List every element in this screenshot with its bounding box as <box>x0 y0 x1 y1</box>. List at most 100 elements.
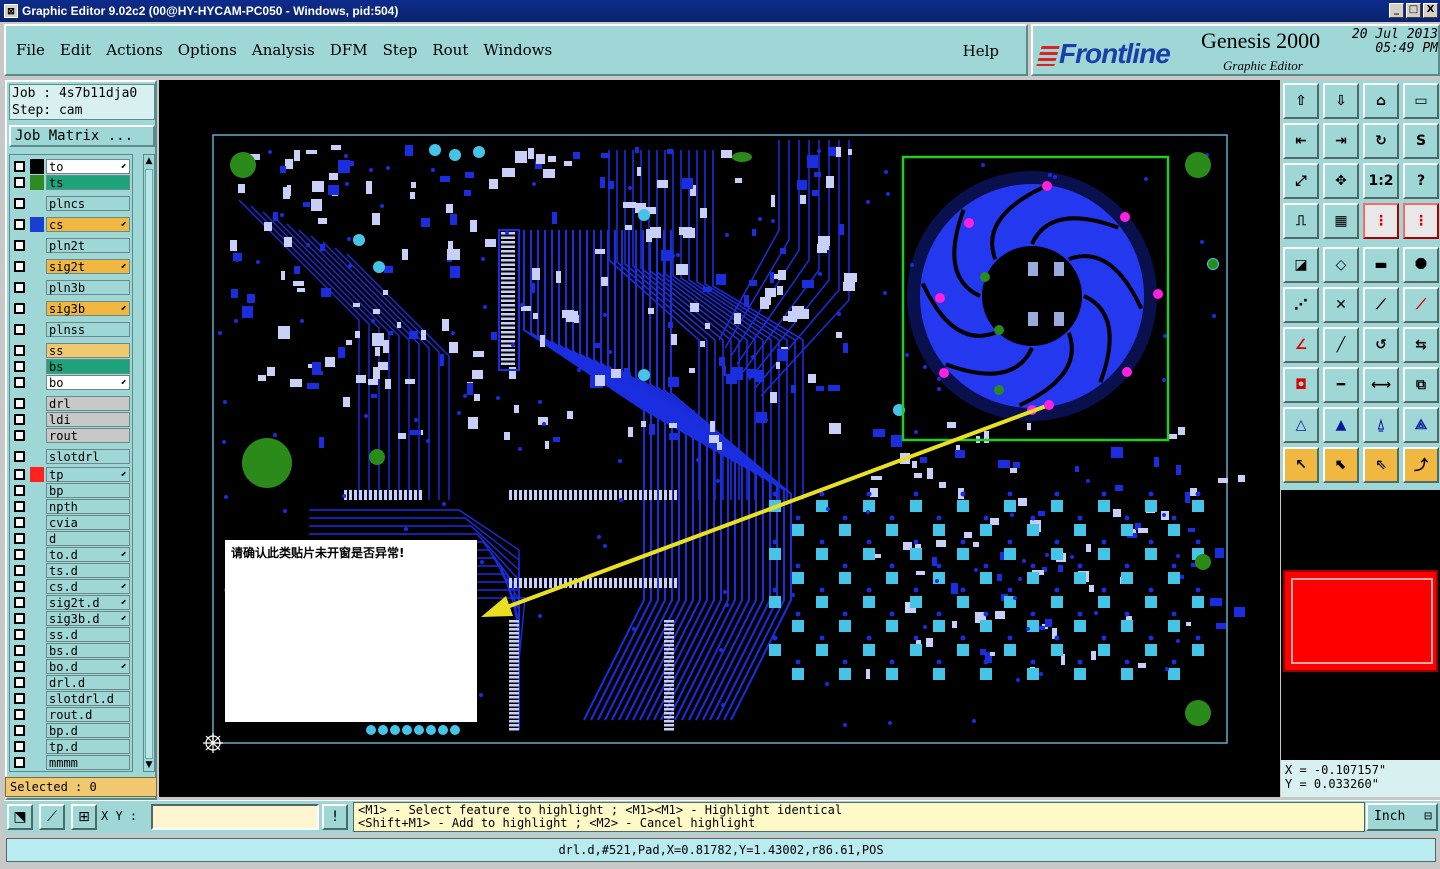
layer-checkbox[interactable] <box>14 709 25 720</box>
pointer-button[interactable]: ↖ <box>1283 447 1319 483</box>
layer-color-swatch[interactable] <box>30 343 44 358</box>
slash-button[interactable]: ╱ <box>1323 327 1359 363</box>
layer-row-bo[interactable]: bo ⬋ <box>10 375 132 390</box>
layer-name[interactable]: ss <box>46 343 130 358</box>
layer-checkbox[interactable] <box>14 282 25 293</box>
layer-color-swatch[interactable] <box>30 627 44 642</box>
menu-options[interactable]: Options <box>178 41 237 59</box>
layer-color-swatch[interactable] <box>30 675 44 690</box>
layer-color-swatch[interactable] <box>30 196 44 211</box>
layer-color-swatch[interactable] <box>30 217 44 232</box>
layer-checkbox[interactable] <box>14 219 25 230</box>
layer-name[interactable]: pln2t <box>46 238 130 253</box>
layer-name[interactable]: bp.d <box>46 723 130 738</box>
scale-1-2-button[interactable]: 1:2 <box>1363 163 1399 199</box>
rotate-button[interactable]: ↻ <box>1363 123 1399 159</box>
menu-actions[interactable]: Actions <box>106 41 162 59</box>
layer-name[interactable]: plncs <box>46 196 130 211</box>
layer-name[interactable]: sig3b.d ⬋ <box>46 611 130 626</box>
maximize-button[interactable]: □ <box>1406 3 1421 18</box>
menu-rout[interactable]: Rout <box>432 41 468 59</box>
triangle-up-button[interactable]: ⍙ <box>1363 407 1399 443</box>
grid-button[interactable]: ▦ <box>1323 203 1359 239</box>
layer-name[interactable]: bo ⬋ <box>46 375 130 390</box>
layer-row-bs[interactable]: bs <box>10 359 132 374</box>
layer-name[interactable]: npth <box>46 499 130 514</box>
layer-checkbox[interactable] <box>14 451 25 462</box>
graphics-canvas[interactable]: 请确认此类贴片未开窗是否异常! <box>159 80 1280 797</box>
layer-row-cs[interactable]: cs ⬋ <box>10 217 132 232</box>
layer-checkbox[interactable] <box>14 345 25 356</box>
layer-checkbox[interactable] <box>14 725 25 736</box>
flip-button[interactable]: ⇆ <box>1403 327 1439 363</box>
layer-color-swatch[interactable] <box>30 238 44 253</box>
layer-checkbox[interactable] <box>14 398 25 409</box>
menu-file[interactable]: File <box>16 41 45 59</box>
layer-row-ts[interactable]: ts <box>10 175 132 190</box>
layer-color-swatch[interactable] <box>30 428 44 443</box>
layer-name[interactable]: slotdrl <box>46 449 130 464</box>
layer-row-npth[interactable]: npth <box>10 499 132 514</box>
layer-checkbox[interactable] <box>14 629 25 640</box>
layer-color-swatch[interactable] <box>30 359 44 374</box>
ruler-tool-button[interactable]: ⎍ <box>1283 203 1319 239</box>
layer-color-swatch[interactable] <box>30 563 44 578</box>
layer-name[interactable]: cs.d ⬋ <box>46 579 130 594</box>
info-button[interactable]: ! <box>322 804 348 830</box>
layer-checkbox[interactable] <box>14 414 25 425</box>
layer-checkbox[interactable] <box>14 677 25 688</box>
layer-checkbox[interactable] <box>14 533 25 544</box>
layer-row-mmmm[interactable]: mmmm <box>10 755 132 770</box>
window-button[interactable]: ▭ <box>1403 83 1439 119</box>
layer-name[interactable]: cs ⬋ <box>46 217 130 232</box>
home-button[interactable]: ⌂ <box>1363 83 1399 119</box>
triangle-button[interactable]: ▲ <box>1323 407 1359 443</box>
layers-red-button[interactable]: ⋮ <box>1363 203 1399 239</box>
line-node-button[interactable]: ⟋ <box>1363 287 1399 323</box>
layer-row-to-d[interactable]: to.d ⬋ <box>10 547 132 562</box>
layer-checkbox[interactable] <box>14 361 25 372</box>
layer-row-bo-d[interactable]: bo.d ⬋ <box>10 659 132 674</box>
layer-checkbox[interactable] <box>14 198 25 209</box>
layer-checkbox[interactable] <box>14 741 25 752</box>
layer-checkbox[interactable] <box>14 430 25 441</box>
layer-name[interactable]: bs.d <box>46 643 130 658</box>
layer-row-ldi[interactable]: ldi <box>10 412 132 427</box>
angle-button[interactable]: ∠ <box>1283 327 1319 363</box>
layer-name[interactable]: rout.d <box>46 707 130 722</box>
snap-grid-button[interactable]: ⊞ <box>71 804 97 830</box>
segment-button[interactable]: ━ <box>1323 367 1359 403</box>
layer-name[interactable]: bs <box>46 359 130 374</box>
layer-scrollbar[interactable]: ▲ ▼ <box>143 154 155 772</box>
layer-checkbox[interactable] <box>14 549 25 560</box>
scroll-thumb[interactable] <box>145 169 153 759</box>
layer-checkbox[interactable] <box>14 469 25 480</box>
layer-checkbox[interactable] <box>14 377 25 388</box>
layer-color-swatch[interactable] <box>30 515 44 530</box>
octagon-button[interactable]: ⯃ <box>1403 247 1439 283</box>
layer-name[interactable]: d <box>46 531 130 546</box>
layer-color-swatch[interactable] <box>30 301 44 316</box>
layer-color-swatch[interactable] <box>30 499 44 514</box>
layer-color-swatch[interactable] <box>30 643 44 658</box>
layer-name[interactable]: to.d ⬋ <box>46 547 130 562</box>
import-button[interactable]: ⇧ <box>1283 83 1319 119</box>
layer-name[interactable]: pln3b <box>46 280 130 295</box>
layer-row-tp[interactable]: tp ⬋ <box>10 467 132 482</box>
layer-name[interactable]: drl <box>46 396 130 411</box>
snap-corner-button[interactable]: ⬔ <box>7 804 33 830</box>
layer-checkbox[interactable] <box>14 324 25 335</box>
layer-row-bp-d[interactable]: bp.d <box>10 723 132 738</box>
layer-name[interactable]: rout <box>46 428 130 443</box>
triangle-node-button[interactable]: ⟁ <box>1403 407 1439 443</box>
layer-name[interactable]: sig2t.d ⬋ <box>46 595 130 610</box>
layer-name[interactable]: plnss <box>46 322 130 337</box>
layer-row-plncs[interactable]: plncs <box>10 196 132 211</box>
layer-color-swatch[interactable] <box>30 611 44 626</box>
layer-row-pln2t[interactable]: pln2t <box>10 238 132 253</box>
layer-checkbox[interactable] <box>14 161 25 172</box>
line-node-red-button[interactable]: ⟋ <box>1403 287 1439 323</box>
layer-name[interactable]: to ⬋ <box>46 159 130 174</box>
layer-row-d[interactable]: d <box>10 531 132 546</box>
layers-red-2-button[interactable]: ⋮ <box>1403 203 1439 239</box>
